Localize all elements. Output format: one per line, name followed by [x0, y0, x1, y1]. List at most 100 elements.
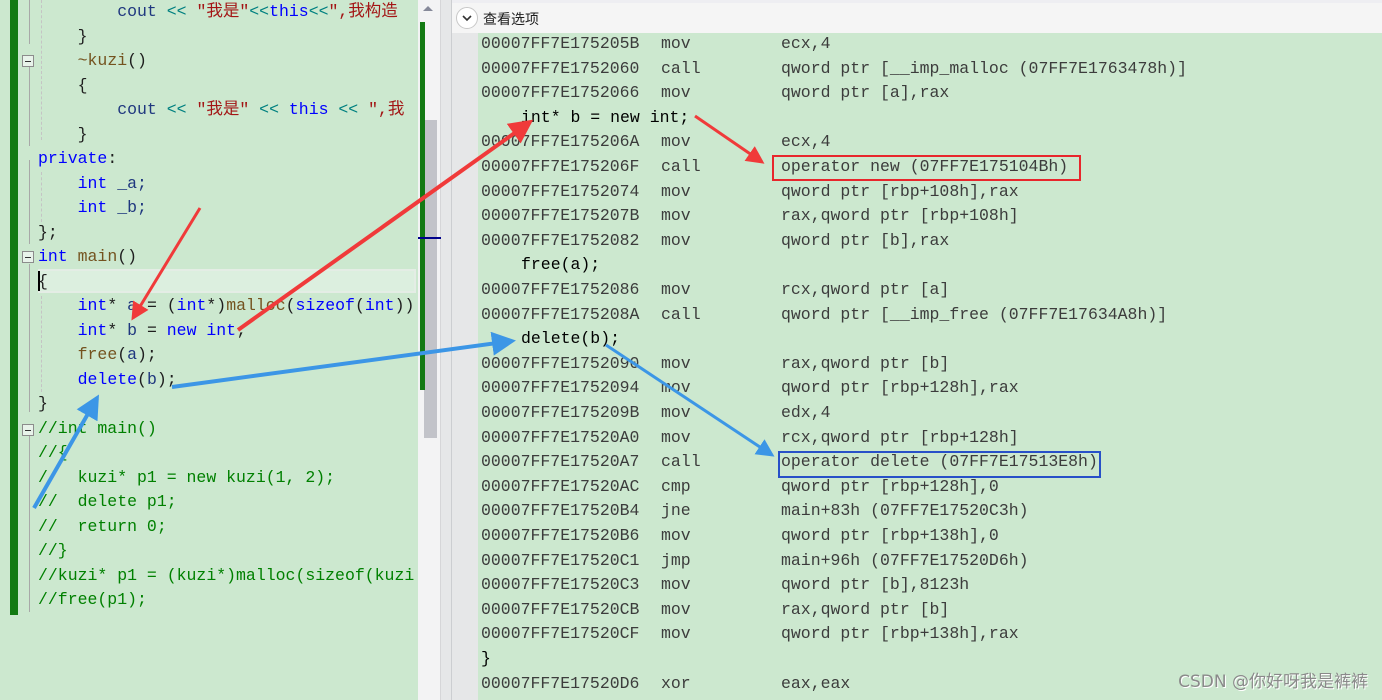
disassembly-row[interactable]: 00007FF7E1752082 mov qword ptr [b],rax [452, 229, 1382, 253]
code-line[interactable]: cout << "我是"<<this<<",我构造 [38, 0, 398, 24]
watermark: CSDN @你好呀我是裤裤 [1178, 672, 1368, 692]
editor-vertical-scrollbar[interactable] [418, 0, 442, 700]
disassembly-row[interactable]: 00007FF7E1752074 mov qword ptr [rbp+108h],… [452, 180, 1382, 204]
code-line[interactable]: } [38, 123, 88, 147]
code-token: a [127, 345, 138, 364]
code-line[interactable]: } [38, 25, 88, 49]
code-line[interactable]: cout << "我是" << this << ",我 [38, 98, 404, 122]
disassembly-row[interactable]: 00007FF7E175205B mov ecx,4 [452, 32, 1382, 56]
instruction-mnemonic: mov [661, 599, 691, 619]
code-token: }; [38, 222, 58, 242]
disassembly-row[interactable]: 00007FF7E17520B6 mov qword ptr [rbp+138h],… [452, 524, 1382, 548]
instruction-mnemonic: mov [661, 575, 691, 595]
code-line[interactable]: //} [38, 539, 68, 563]
instruction-address: 00007FF7E1752066 [481, 83, 640, 103]
code-line[interactable]: private: [38, 147, 117, 171]
code-line[interactable]: ~kuzi() [38, 49, 147, 73]
code-line[interactable]: int* a = (int*)malloc(sizeof(int)) [38, 294, 415, 318]
code-token: () [117, 247, 138, 266]
code-line[interactable]: { [38, 270, 48, 294]
instruction-mnemonic: mov [661, 280, 691, 299]
source-annotation-row[interactable]: delete(b); [452, 327, 1382, 351]
instruction-address: 00007FF7E17520B4 [481, 501, 640, 521]
source-editor[interactable]: cout << "我是"<<this<<",我构造 } ~kuzi() { co… [0, 0, 418, 700]
instruction-operands: qword ptr [b],8123h [781, 575, 970, 595]
instruction-mnemonic: mov [661, 83, 691, 103]
code-line[interactable]: { [38, 74, 88, 98]
code-line[interactable]: //kuzi* p1 = (kuzi*)malloc(sizeof(kuzi [38, 564, 414, 588]
disassembly-row[interactable]: 00007FF7E17520AC cmp qword ptr [rbp+128h],… [452, 475, 1382, 499]
instruction-operands: qword ptr [rbp+138h],rax [781, 624, 1019, 644]
instruction-operands: rax,qword ptr [rbp+108h] [781, 206, 1019, 226]
code-line[interactable]: int main() [38, 245, 137, 269]
source-annotation-row[interactable]: free(a); [452, 253, 1382, 277]
code-token: ",我 [368, 100, 405, 119]
disassembly-row[interactable]: 00007FF7E175208A call qword ptr [__imp_fre… [452, 303, 1382, 327]
instruction-address: 00007FF7E175208A [481, 304, 640, 324]
instruction-operands: rax,qword ptr [b] [781, 599, 950, 619]
code-token: ( [117, 345, 128, 364]
disassembly-row[interactable]: 00007FF7E175206A mov ecx,4 [452, 130, 1382, 154]
instruction-operands: qword ptr [a],rax [781, 83, 950, 103]
disassembly-row[interactable]: 00007FF7E175209B mov edx,4 [452, 401, 1382, 425]
disassembly-row[interactable]: 00007FF7E17520C1 jmp main+96h (07FF7E17520… [452, 549, 1382, 573]
instruction-operands: ecx,4 [781, 132, 831, 152]
code-token: << [166, 2, 197, 21]
code-line[interactable]: int _a; [38, 172, 147, 196]
disassembly-row[interactable]: 00007FF7E17520A0 mov rcx,qword ptr [rbp+12… [452, 426, 1382, 450]
disassembly-row[interactable]: 00007FF7E1752094 mov qword ptr [rbp+128h],… [452, 376, 1382, 400]
code-line[interactable]: int _b; [38, 196, 147, 220]
instruction-address: 00007FF7E17520A0 [481, 427, 640, 447]
fold-line [29, 264, 30, 412]
disassembly-row[interactable]: 00007FF7E1752066 mov qword ptr [a],rax [452, 81, 1382, 105]
disassembly-row[interactable]: 00007FF7E1752090 mov rax,qword ptr [b] [452, 352, 1382, 376]
code-token: //{ [38, 443, 68, 462]
instruction-mnemonic: call [661, 452, 701, 472]
code-line[interactable]: //{ [38, 441, 68, 465]
code-line[interactable]: }; [38, 221, 58, 245]
scrollbar-thumb[interactable] [424, 120, 437, 438]
scrollbar-caret-marker [418, 237, 442, 239]
disassembly-row[interactable]: 00007FF7E1752086 mov rcx,qword ptr [a] [452, 278, 1382, 302]
disassembly-row[interactable]: 00007FF7E175207B mov rax,qword ptr [rbp+10… [452, 204, 1382, 228]
code-token: _b; [117, 198, 147, 217]
source-line-text: } [481, 649, 491, 668]
code-line[interactable]: //free(p1); [38, 588, 147, 612]
pane-splitter[interactable] [441, 0, 452, 700]
disassembly-window[interactable]: 查看选项 00007FF7E175205B mov ecx,4 00007FF7E17… [452, 0, 1382, 700]
view-options-toggle[interactable] [456, 7, 478, 29]
instruction-mnemonic: mov [661, 181, 691, 201]
collapse-toggle-destructor[interactable] [22, 55, 34, 67]
instruction-address: 00007FF7E175205B [481, 34, 640, 53]
fold-line [29, 66, 30, 146]
disassembly-row[interactable]: 00007FF7E17520B4 jne main+83h (07FF7E17520… [452, 499, 1382, 523]
view-options-label[interactable]: 查看选项 [483, 9, 539, 29]
scroll-up-arrow-icon[interactable] [423, 6, 433, 11]
code-token: ( [285, 296, 296, 315]
instruction-operands: qword ptr [__imp_free (07FF7E17634A8h)] [781, 304, 1168, 324]
disassembly-row[interactable]: 00007FF7E17520CB mov rax,qword ptr [b] [452, 598, 1382, 622]
code-line[interactable]: // return 0; [38, 515, 167, 539]
disassembly-row[interactable]: 00007FF7E17520C3 mov qword ptr [b],8123h [452, 573, 1382, 597]
code-line[interactable]: // delete p1; [38, 490, 177, 514]
source-annotation-row[interactable]: int* b = new int; [452, 106, 1382, 130]
instruction-operands: ecx,4 [781, 34, 831, 53]
code-line[interactable]: delete(b); [38, 368, 177, 392]
disassembly-row[interactable]: 00007FF7E1752060 call qword ptr [__imp_mal… [452, 57, 1382, 81]
code-line[interactable]: } [38, 392, 48, 416]
code-line[interactable]: // kuzi* p1 = new kuzi(1, 2); [38, 466, 335, 490]
code-token: int [364, 296, 395, 315]
instruction-operands: rax,qword ptr [b] [781, 353, 950, 373]
collapse-toggle-comment[interactable] [22, 424, 34, 436]
instruction-mnemonic: mov [661, 206, 691, 226]
instruction-mnemonic: call [661, 58, 701, 78]
code-line[interactable]: free(a); [38, 343, 157, 367]
code-line[interactable]: //int main() [38, 417, 157, 441]
disassembly-row[interactable]: 00007FF7E17520CF mov qword ptr [rbp+138h],… [452, 622, 1382, 646]
instruction-mnemonic: jmp [661, 550, 691, 570]
collapse-toggle-main[interactable] [22, 251, 34, 263]
code-line[interactable]: int* b = new int; [38, 319, 246, 343]
